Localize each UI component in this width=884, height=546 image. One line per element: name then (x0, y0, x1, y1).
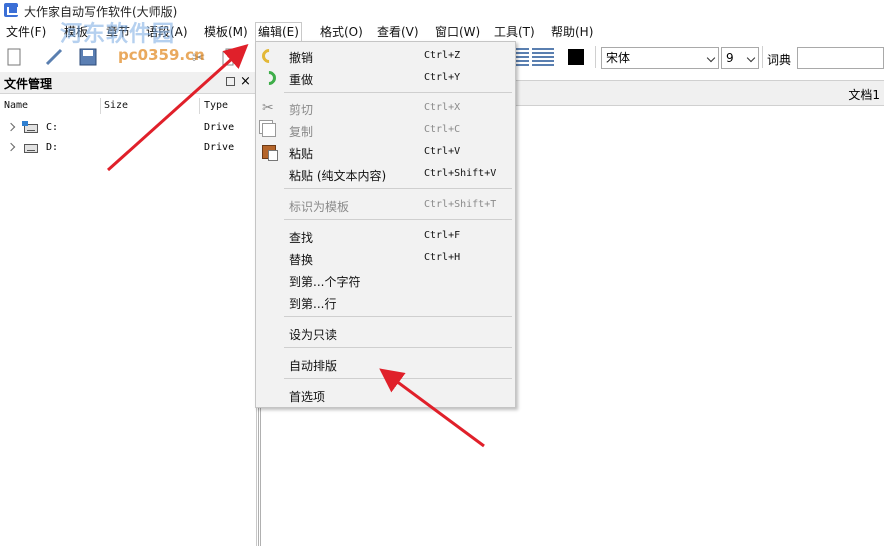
red-arrow-edit-menu (106, 43, 249, 172)
annotation-layer (106, 43, 485, 448)
app-window: 大作家自动写作软件(大师版) 文件(F) 模板 章节 语段(A) 模板(M) 编… (0, 0, 884, 546)
red-arrow-auto-format (379, 368, 485, 448)
